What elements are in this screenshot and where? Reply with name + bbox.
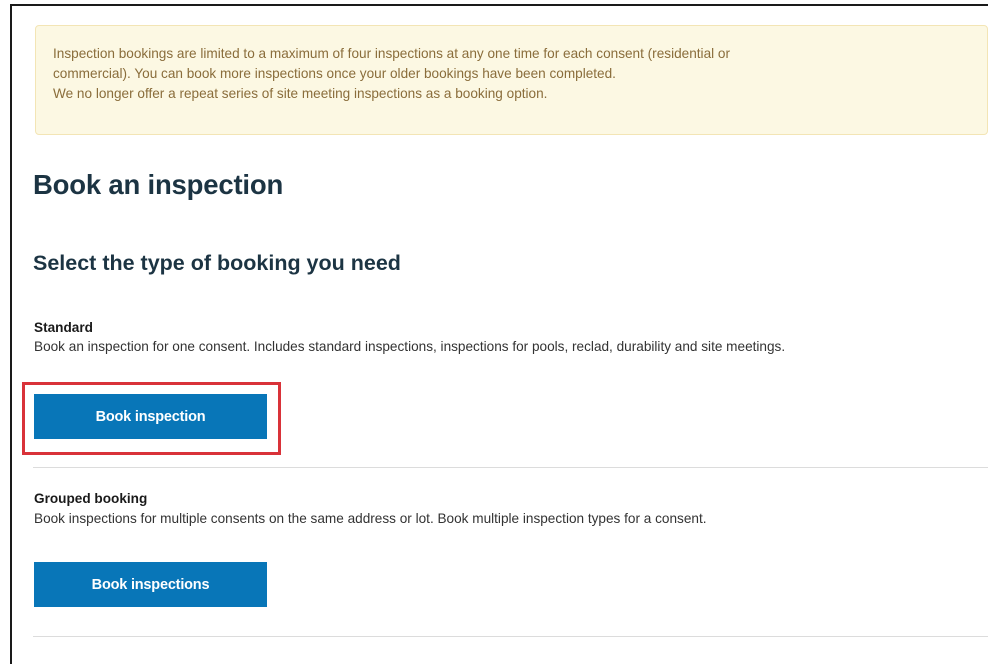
booking-limit-notice: Inspection bookings are limited to a max… [35,25,988,135]
book-inspection-button[interactable]: Book inspection [34,394,267,439]
notice-line-1: Inspection bookings are limited to a max… [53,46,731,61]
grouped-booking-description: Book inspections for multiple consents o… [34,511,707,526]
notice-line-2: commercial). You can book more inspectio… [53,66,616,81]
standard-heading: Standard [34,320,93,335]
notice-line-3: We no longer offer a repeat series of si… [53,86,548,101]
booking-type-heading: Select the type of booking you need [33,251,401,275]
standard-description: Book an inspection for one consent. Incl… [34,339,786,354]
section-divider [33,467,988,468]
grouped-booking-heading: Grouped booking [34,491,148,506]
section-divider [33,636,988,637]
book-inspections-button[interactable]: Book inspections [34,562,267,607]
page-title: Book an inspection [33,169,284,200]
